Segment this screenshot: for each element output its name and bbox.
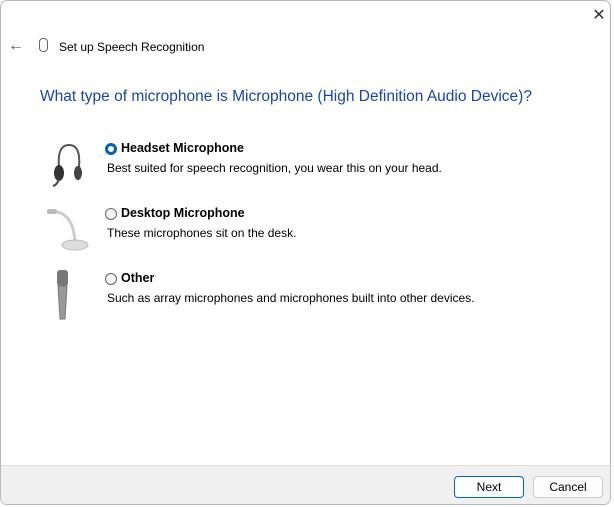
other-radio[interactable]	[105, 273, 117, 285]
desktop-microphone-icon	[47, 209, 89, 251]
page-heading: What type of microphone is Microphone (H…	[40, 88, 532, 105]
handheld-microphone-icon	[57, 270, 68, 320]
option-label[interactable]: Other	[121, 271, 154, 285]
cancel-button[interactable]: Cancel	[533, 476, 603, 498]
headset-radio[interactable]	[105, 143, 117, 155]
dialog-window: ✕ ← Set up Speech Recognition What type …	[0, 0, 611, 505]
option-description: These microphones sit on the desk.	[107, 226, 297, 240]
microphone-icon	[39, 38, 48, 52]
option-description: Such as array microphones and microphone…	[107, 291, 475, 305]
headset-icon	[52, 143, 82, 187]
window-title: Set up Speech Recognition	[59, 40, 205, 54]
option-label[interactable]: Desktop Microphone	[121, 206, 245, 220]
close-button[interactable]: ✕	[589, 6, 609, 26]
option-label[interactable]: Headset Microphone	[121, 141, 244, 155]
footer: Next Cancel	[1, 465, 610, 504]
back-button[interactable]: ←	[8, 37, 24, 55]
next-button[interactable]: Next	[454, 476, 524, 498]
option-description: Best suited for speech recognition, you …	[107, 161, 442, 175]
desktop-radio[interactable]	[105, 208, 117, 220]
